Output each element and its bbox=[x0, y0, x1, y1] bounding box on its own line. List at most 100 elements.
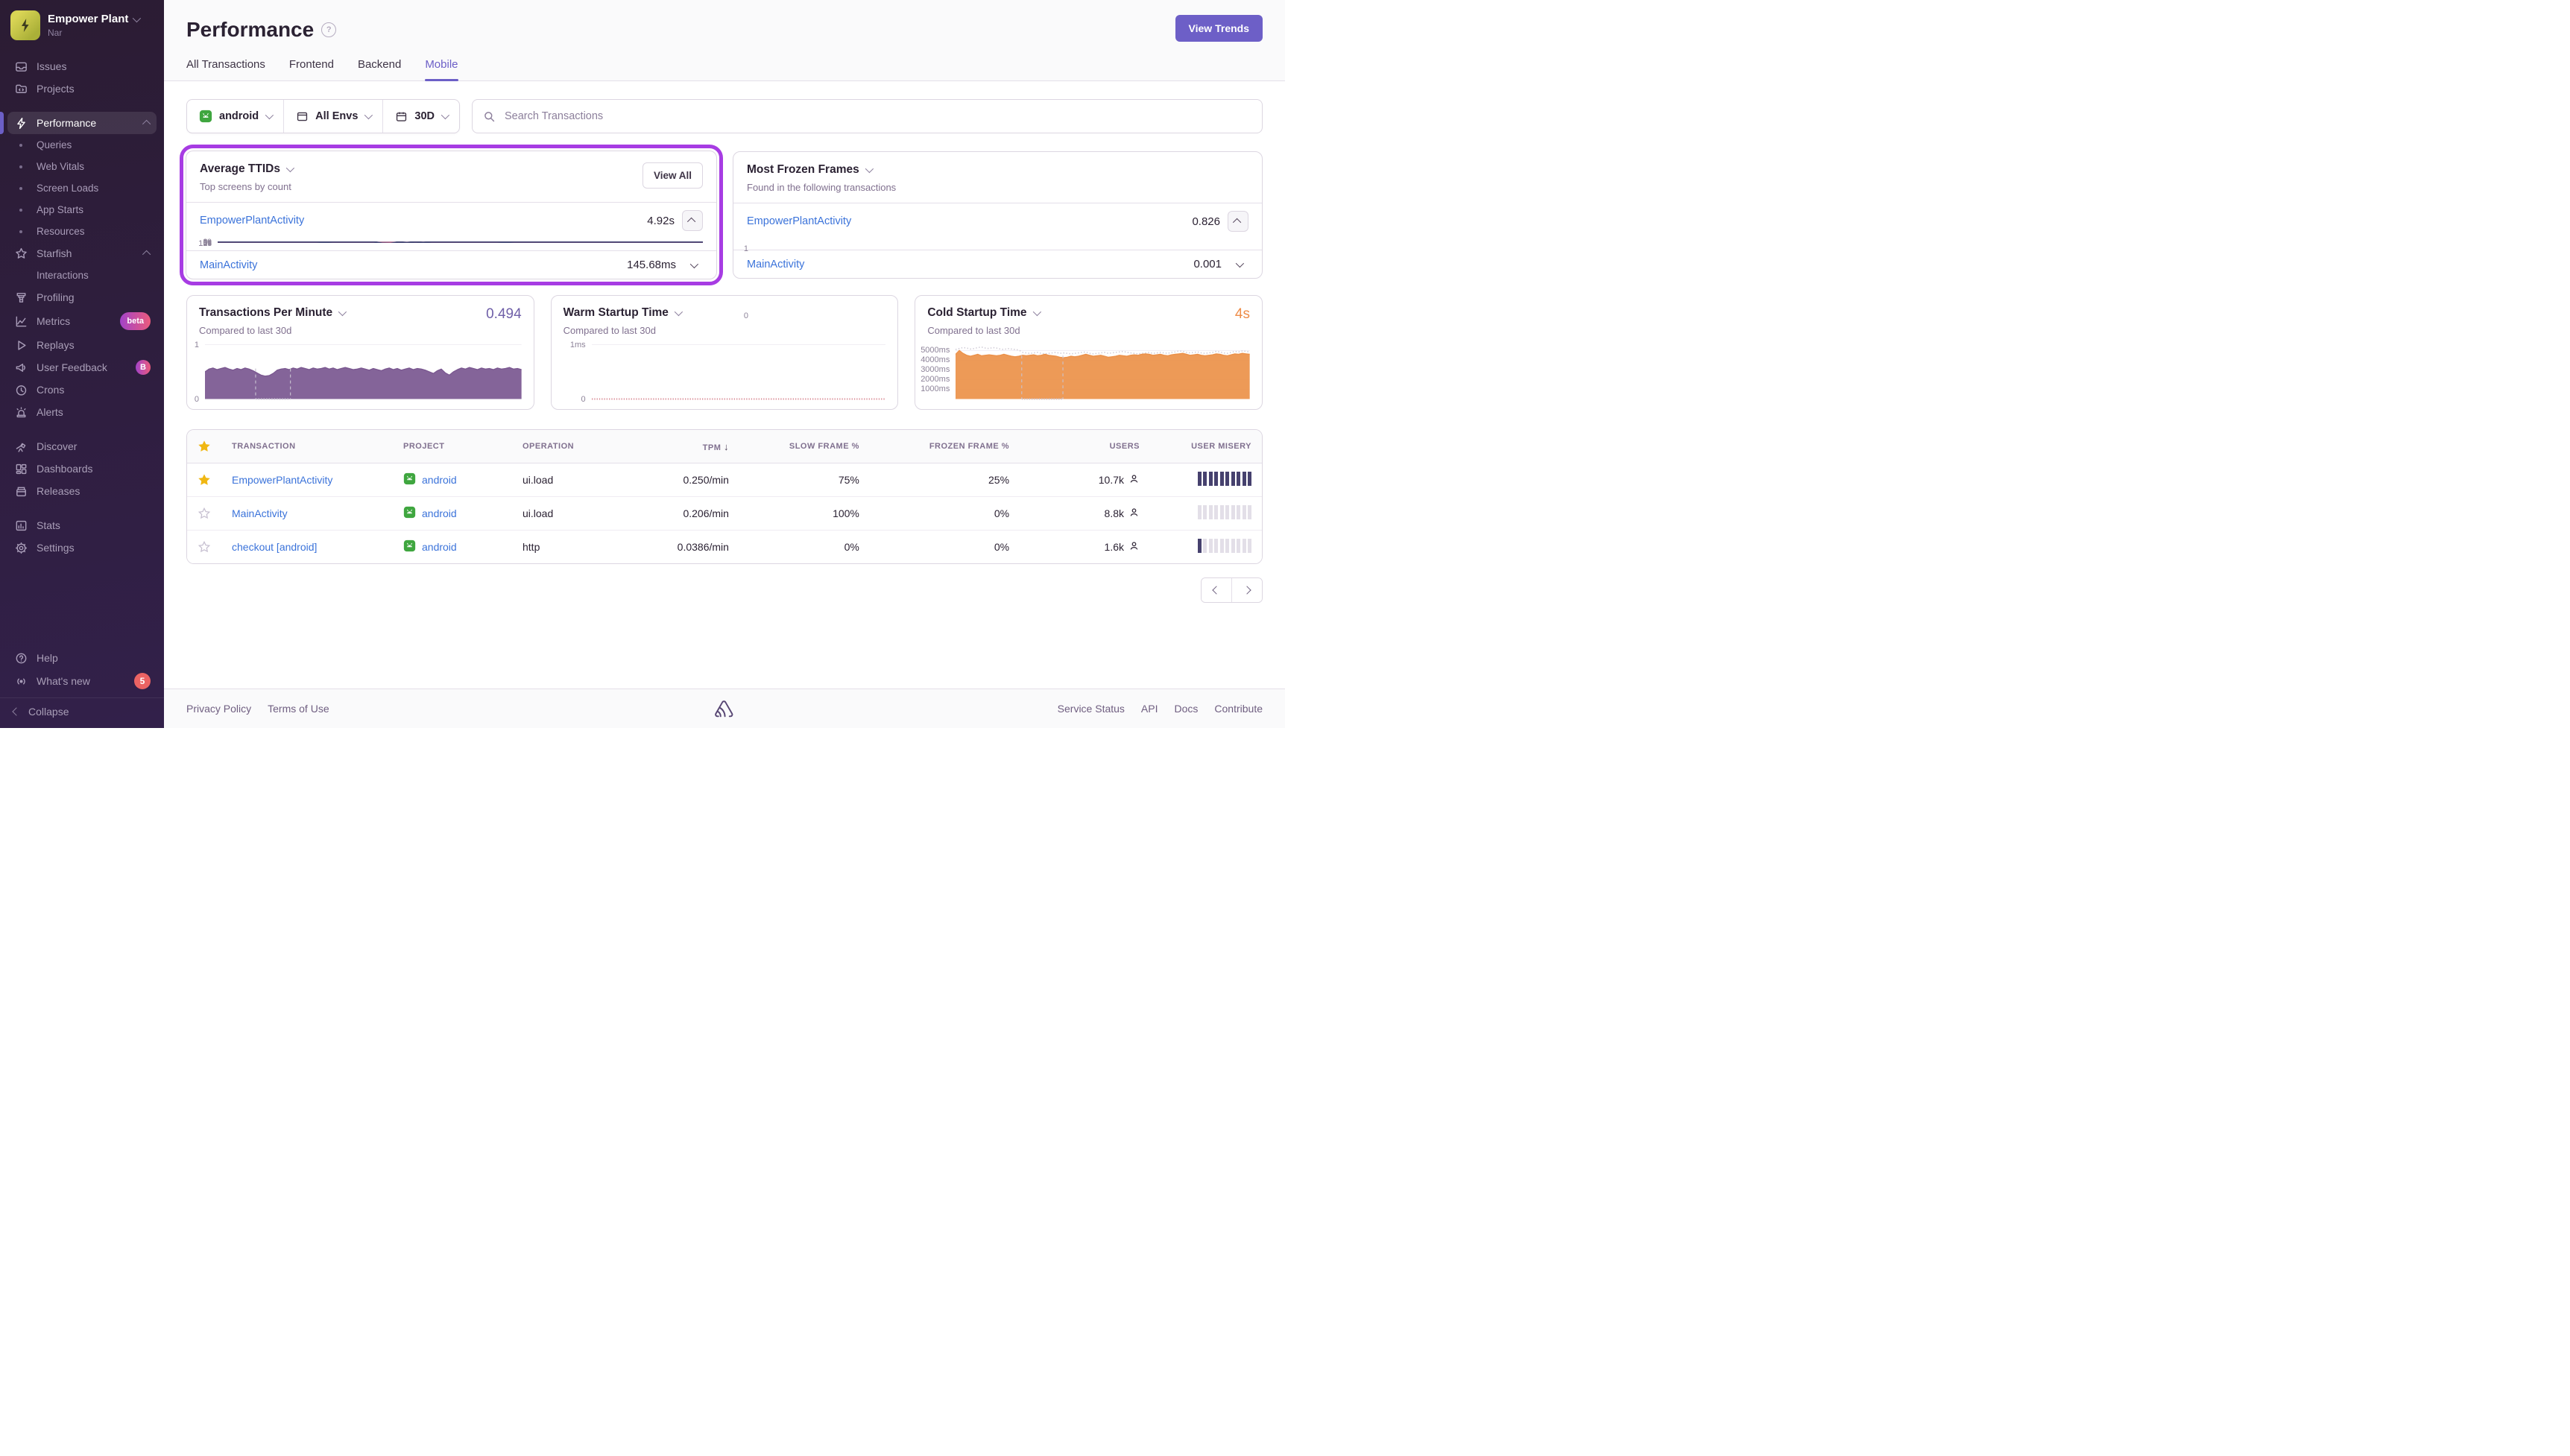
transaction-link[interactable]: MainActivity bbox=[232, 507, 288, 519]
sidebar-item-replays[interactable]: Replays bbox=[7, 334, 157, 356]
android-icon bbox=[403, 506, 416, 521]
footer-link-docs[interactable]: Docs bbox=[1175, 703, 1199, 715]
expand-row-button[interactable] bbox=[683, 259, 703, 268]
most-frozen-frames-title-dropdown[interactable]: Most Frozen Frames bbox=[747, 163, 1248, 177]
sidebar-item-resources[interactable]: Resources bbox=[7, 221, 157, 242]
footer-link-service-status[interactable]: Service Status bbox=[1058, 703, 1125, 715]
project-link[interactable]: android bbox=[422, 541, 457, 553]
sidebar-item-label: Crons bbox=[37, 384, 65, 396]
column-header-transaction[interactable]: TRANSACTION bbox=[221, 432, 393, 460]
sidebar-item-label: Stats bbox=[37, 519, 60, 531]
column-header-tpm[interactable]: TPM ↓ bbox=[609, 431, 739, 462]
transaction-link[interactable]: MainActivity bbox=[200, 259, 619, 271]
column-header-users[interactable]: USERS bbox=[1020, 432, 1150, 460]
column-header-frozen-frame[interactable]: FROZEN FRAME % bbox=[870, 432, 1020, 460]
expand-row-button[interactable] bbox=[1229, 259, 1248, 268]
sidebar-item-label: App Starts bbox=[37, 203, 84, 215]
sidebar-item-starfish[interactable]: Starfish bbox=[7, 242, 157, 265]
cold-startup-title-dropdown[interactable]: Cold Startup Time bbox=[927, 306, 1250, 320]
sidebar-item-issues[interactable]: Issues bbox=[7, 55, 157, 77]
column-header-project[interactable]: PROJECT bbox=[393, 432, 512, 460]
y-tick-label: 1ms bbox=[569, 340, 586, 349]
table-row: EmpowerPlantActivity android ui.load 0.250/… bbox=[187, 463, 1262, 496]
sidebar-collapse-button[interactable]: Collapse bbox=[0, 697, 164, 728]
previous-page-button[interactable] bbox=[1202, 578, 1231, 602]
sidebar-item-screen-loads[interactable]: Screen Loads bbox=[7, 177, 157, 199]
transaction-link[interactable]: MainActivity bbox=[747, 259, 1186, 270]
ttid-line-chart bbox=[218, 241, 703, 243]
sidebar-item-settings[interactable]: Settings bbox=[7, 536, 157, 559]
column-header-user-misery[interactable]: USER MISERY bbox=[1150, 432, 1262, 460]
footer-link-api[interactable]: API bbox=[1141, 703, 1158, 715]
transaction-link[interactable]: checkout [android] bbox=[232, 541, 317, 553]
collapse-row-button[interactable] bbox=[682, 210, 703, 231]
view-all-button[interactable]: View All bbox=[642, 162, 703, 189]
footer-link-privacy-policy[interactable]: Privacy Policy bbox=[186, 703, 251, 715]
chevron-down-icon bbox=[865, 164, 874, 174]
sidebar-item-projects[interactable]: Projects bbox=[7, 77, 157, 100]
transaction-link[interactable]: EmpowerPlantActivity bbox=[200, 215, 640, 227]
search-transactions-input[interactable] bbox=[503, 110, 1251, 123]
sidebar-item-web-vitals[interactable]: Web Vitals bbox=[7, 156, 157, 177]
footer-link-terms-of-use[interactable]: Terms of Use bbox=[268, 703, 329, 715]
sidebar-item-profiling[interactable]: Profiling bbox=[7, 286, 157, 308]
sidebar-item-what-s-new[interactable]: What's new 5 bbox=[7, 669, 157, 693]
sidebar-item-label: Web Vitals bbox=[37, 160, 85, 172]
environment-filter[interactable]: All Envs bbox=[283, 100, 382, 133]
view-trends-button[interactable]: View Trends bbox=[1175, 15, 1263, 42]
sidebar-item-help[interactable]: Help bbox=[7, 647, 157, 669]
search-transactions-box bbox=[472, 99, 1263, 133]
date-range-filter[interactable]: 30D bbox=[382, 100, 459, 133]
unstarred-icon[interactable] bbox=[187, 498, 221, 528]
help-circle-icon[interactable]: ? bbox=[321, 22, 337, 37]
bullet-icon bbox=[13, 208, 28, 212]
org-logo-icon bbox=[10, 10, 40, 40]
sidebar-item-dashboards[interactable]: Dashboards bbox=[7, 458, 157, 480]
sidebar-item-app-starts[interactable]: App Starts bbox=[7, 199, 157, 221]
org-subtitle: Nar bbox=[48, 27, 63, 38]
sidebar-item-discover[interactable]: Discover bbox=[7, 435, 157, 458]
transaction-link[interactable]: EmpowerPlantActivity bbox=[232, 474, 332, 486]
y-axis-labels: 1ms 0 bbox=[555, 340, 592, 404]
star-column-header[interactable] bbox=[187, 430, 221, 463]
warm-startup-title-dropdown[interactable]: Warm Startup Time bbox=[563, 306, 886, 320]
starred-icon[interactable] bbox=[187, 465, 221, 495]
next-page-button[interactable] bbox=[1231, 578, 1262, 602]
tab-frontend[interactable]: Frontend bbox=[289, 58, 334, 80]
sidebar-item-label: Help bbox=[37, 652, 58, 664]
user-icon bbox=[1128, 473, 1140, 487]
project-link[interactable]: android bbox=[422, 507, 457, 519]
collapse-row-button[interactable] bbox=[1228, 211, 1248, 232]
tab-backend[interactable]: Backend bbox=[358, 58, 401, 80]
sidebar-item-label: Releases bbox=[37, 485, 80, 497]
tab-all-transactions[interactable]: All Transactions bbox=[186, 58, 265, 80]
transaction-link[interactable]: EmpowerPlantActivity bbox=[747, 215, 1184, 227]
tab-mobile[interactable]: Mobile bbox=[425, 58, 458, 81]
crons-icon bbox=[13, 382, 28, 397]
sidebar-item-interactions[interactable]: Interactions bbox=[7, 265, 157, 286]
sidebar-item-metrics[interactable]: Metrics beta bbox=[7, 308, 157, 334]
y-tick-label: 5000ms bbox=[921, 346, 950, 355]
org-switcher[interactable]: Empower Plant Nar bbox=[0, 0, 164, 48]
average-ttids-title-dropdown[interactable]: Average TTIDs bbox=[200, 162, 642, 176]
unstarred-icon[interactable] bbox=[187, 532, 221, 562]
sidebar-item-alerts[interactable]: Alerts bbox=[7, 401, 157, 423]
sidebar-item-performance[interactable]: Performance bbox=[0, 112, 157, 134]
chevron-down-icon bbox=[441, 110, 450, 120]
column-header-slow-frame[interactable]: SLOW FRAME % bbox=[739, 432, 870, 460]
page-header: Performance ? View Trends All Transactio… bbox=[164, 0, 1285, 81]
footer-link-contribute[interactable]: Contribute bbox=[1214, 703, 1263, 715]
sidebar-item-releases[interactable]: Releases bbox=[7, 480, 157, 502]
sidebar-item-crons[interactable]: Crons bbox=[7, 379, 157, 401]
sidebar-item-stats[interactable]: Stats bbox=[7, 514, 157, 536]
sidebar-item-queries[interactable]: Queries bbox=[7, 134, 157, 156]
sidebar-item-label: Profiling bbox=[37, 291, 75, 303]
project-filter[interactable]: android bbox=[187, 100, 283, 133]
bullet-icon bbox=[13, 186, 28, 190]
tpm-title-dropdown[interactable]: Transactions Per Minute bbox=[199, 306, 522, 320]
sidebar-item-user-feedback[interactable]: User Feedback B bbox=[7, 356, 157, 379]
column-header-operation[interactable]: OPERATION bbox=[512, 432, 609, 460]
project-link[interactable]: android bbox=[422, 474, 457, 486]
active-nav-indicator bbox=[0, 112, 4, 134]
slow-frame-cell: 0% bbox=[844, 541, 859, 553]
